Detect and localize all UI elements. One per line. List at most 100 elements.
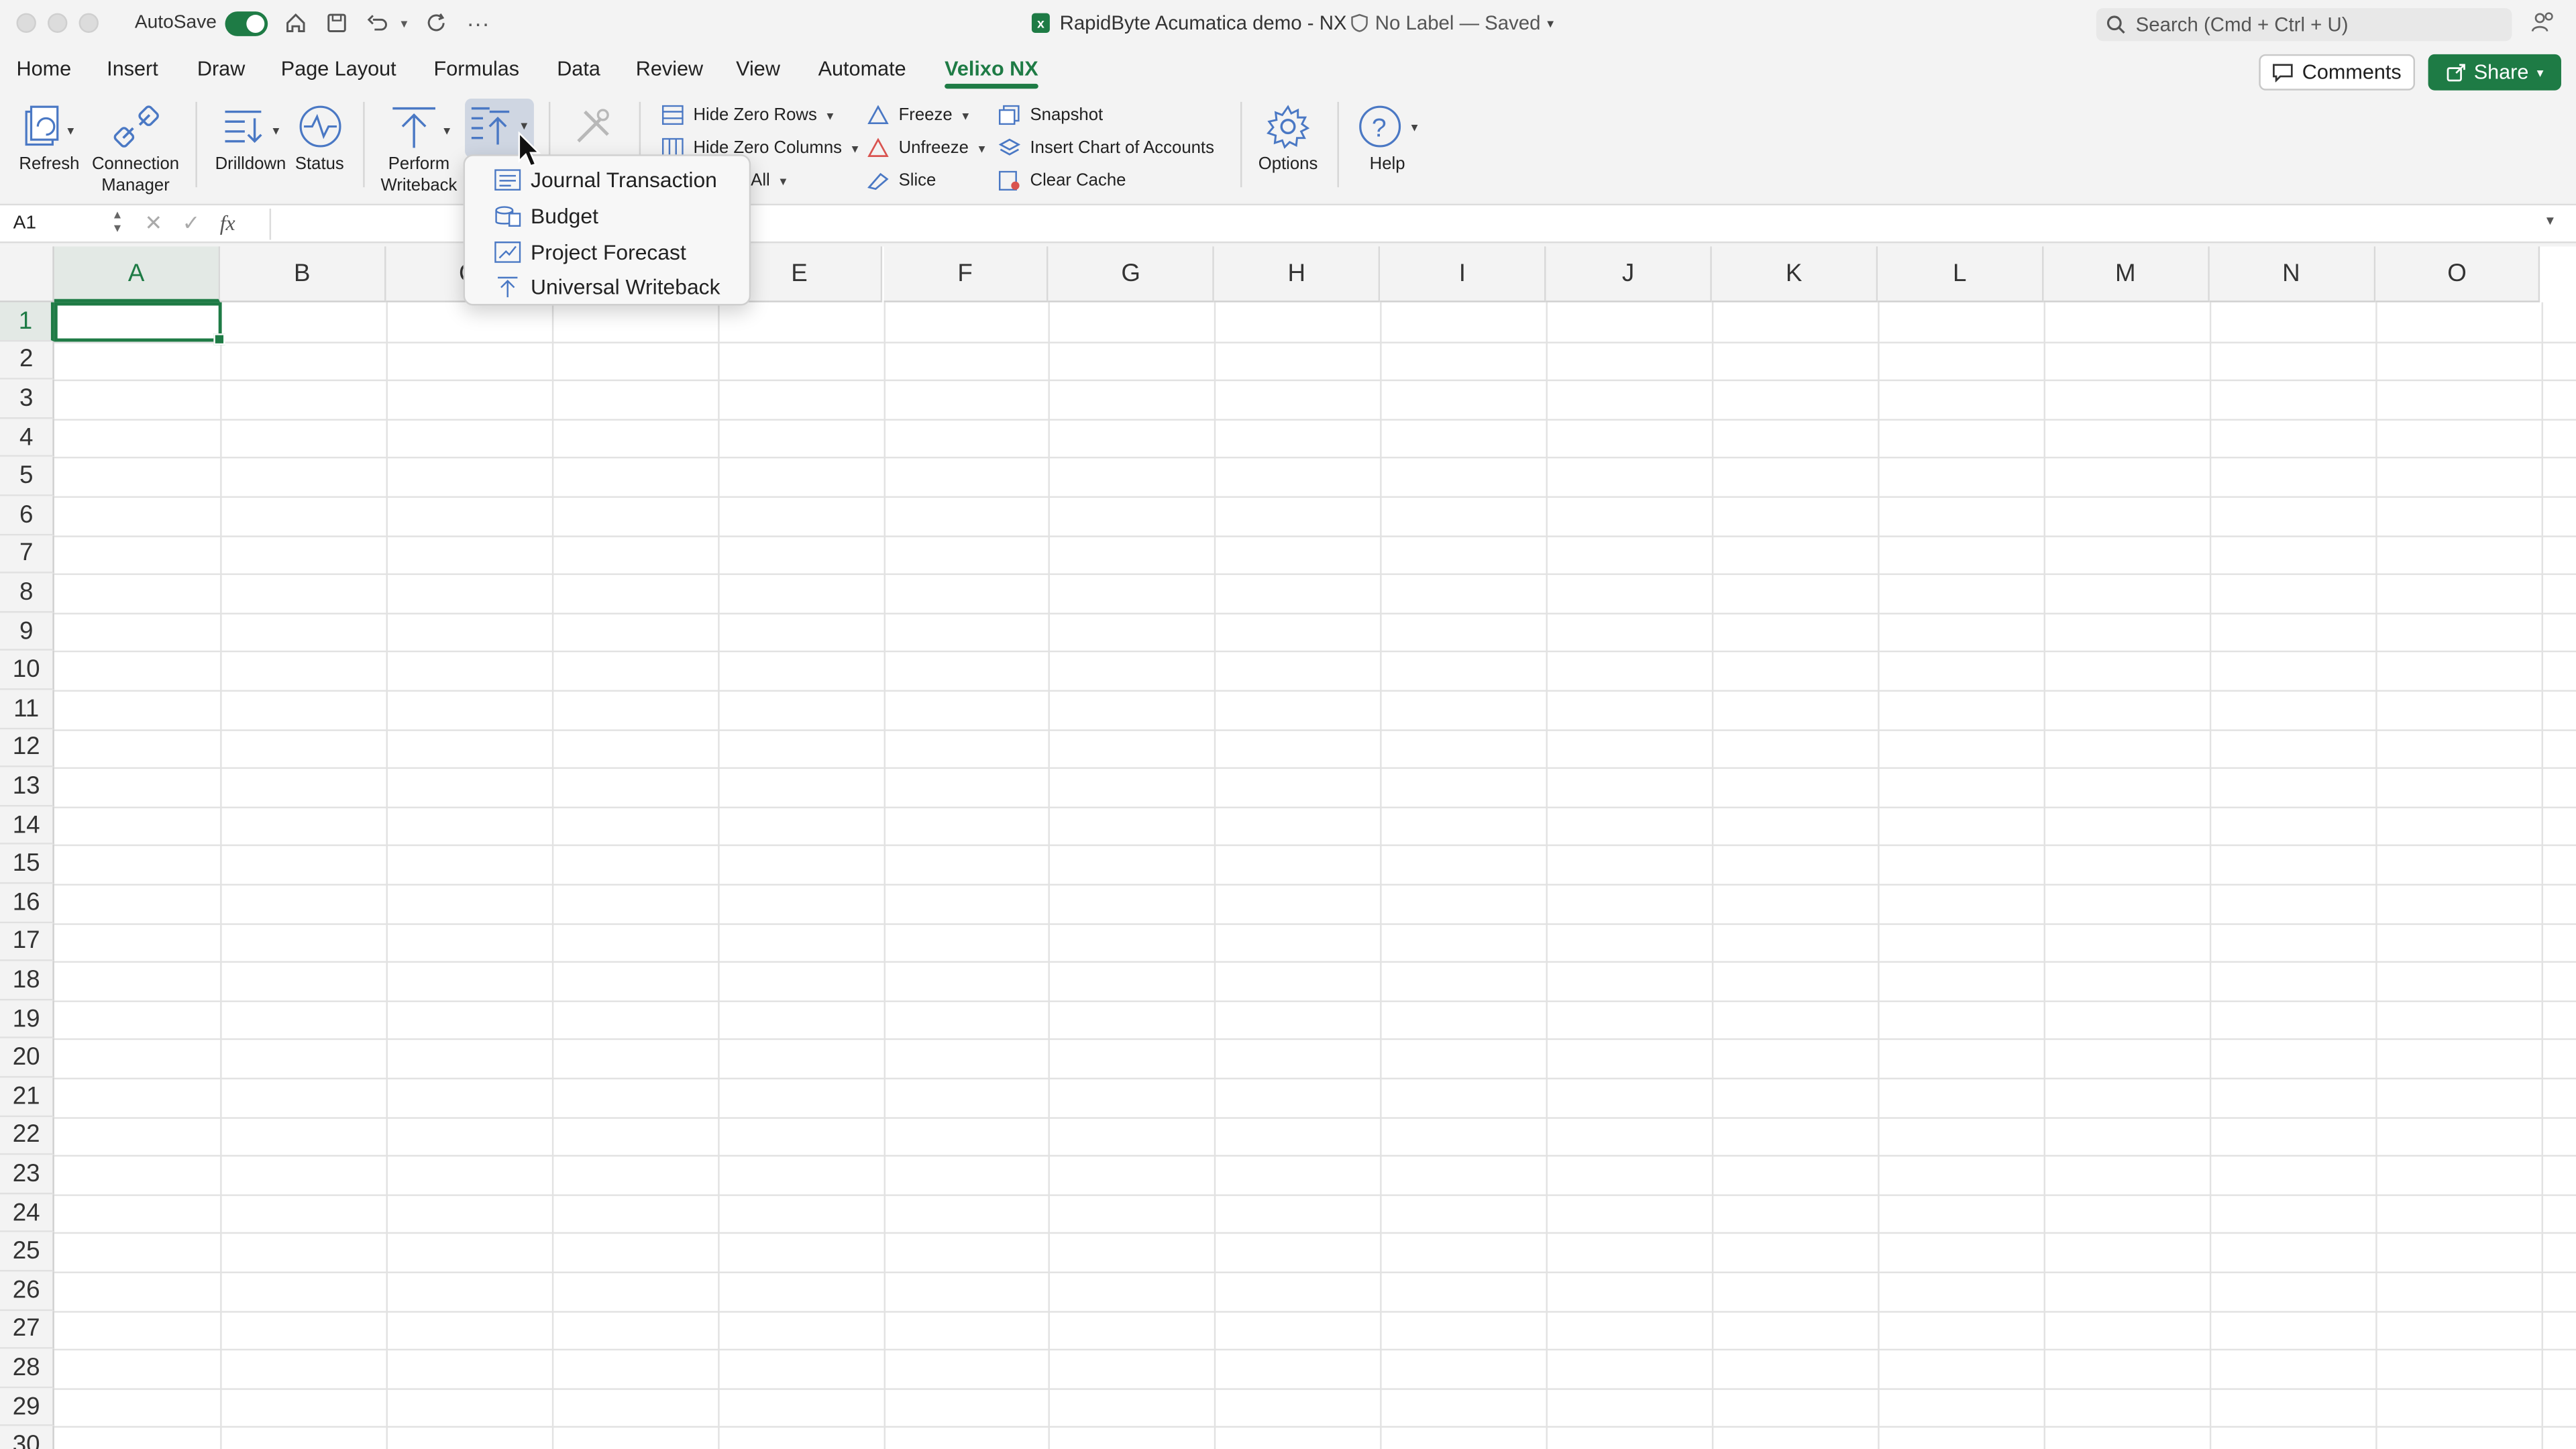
search-box[interactable] bbox=[2096, 8, 2512, 42]
row-header[interactable]: 21 bbox=[0, 1077, 54, 1117]
column-header[interactable]: M bbox=[2043, 246, 2210, 303]
column-header[interactable]: J bbox=[1546, 246, 1712, 303]
row-header[interactable]: 29 bbox=[0, 1387, 54, 1427]
row-header[interactable]: 3 bbox=[0, 380, 54, 419]
row-header[interactable]: 7 bbox=[0, 535, 54, 574]
row-header[interactable]: 15 bbox=[0, 845, 54, 884]
column-header[interactable]: L bbox=[1877, 246, 2043, 303]
row-header[interactable]: 26 bbox=[0, 1271, 54, 1311]
column-header[interactable]: A bbox=[54, 246, 220, 303]
row-header[interactable]: 20 bbox=[0, 1038, 54, 1078]
name-box[interactable]: A1 bbox=[3, 209, 128, 240]
row-header[interactable]: 9 bbox=[0, 612, 54, 651]
clear-cache-button[interactable]: Clear Cache bbox=[998, 168, 1126, 194]
menu-item-universal-writeback[interactable]: Universal Writeback bbox=[465, 270, 749, 305]
row-header[interactable]: 19 bbox=[0, 1000, 54, 1039]
refresh-button[interactable]: ▾ Refresh bbox=[16, 99, 82, 175]
show-all-button[interactable]: All ▾ bbox=[751, 168, 786, 194]
spreadsheet-grid[interactable]: ABCDEFGHIJKLMNO1234567891011121314151617… bbox=[0, 246, 2576, 1449]
row-header[interactable]: 24 bbox=[0, 1193, 54, 1233]
connection-manager-button[interactable]: Connection Manager bbox=[91, 99, 181, 196]
row-header[interactable]: 27 bbox=[0, 1310, 54, 1350]
search-input[interactable] bbox=[2135, 13, 2498, 36]
freeze-button[interactable]: Freeze ▾ bbox=[867, 102, 969, 128]
column-header[interactable]: I bbox=[1380, 246, 1546, 303]
row-header[interactable]: 2 bbox=[0, 341, 54, 380]
hide-zero-rows-button[interactable]: Hide Zero Rows ▾ bbox=[661, 102, 833, 128]
options-button[interactable]: Options bbox=[1255, 99, 1321, 175]
cancel-icon[interactable]: ✕ bbox=[145, 210, 163, 236]
row-header[interactable]: 12 bbox=[0, 729, 54, 768]
slice-button[interactable]: Slice bbox=[867, 168, 936, 194]
share-button[interactable]: Share ▾ bbox=[2428, 54, 2561, 91]
fx-icon[interactable]: fx bbox=[220, 210, 235, 236]
row-header[interactable]: 4 bbox=[0, 418, 54, 458]
row-header[interactable]: 6 bbox=[0, 496, 54, 535]
row-header[interactable]: 30 bbox=[0, 1426, 54, 1449]
row-header[interactable]: 11 bbox=[0, 690, 54, 729]
insert-chart-of-accounts-button[interactable]: Insert Chart of Accounts bbox=[998, 135, 1214, 161]
autosave-toggle[interactable] bbox=[225, 11, 268, 36]
forecast-icon bbox=[494, 240, 521, 263]
tab-formulas[interactable]: Formulas bbox=[434, 58, 520, 80]
row-header[interactable]: 28 bbox=[0, 1349, 54, 1388]
drilldown-button[interactable]: ▾ Drilldown bbox=[213, 99, 287, 175]
comments-button[interactable]: Comments bbox=[2259, 54, 2416, 91]
tab-review[interactable]: Review bbox=[636, 58, 703, 80]
row-header[interactable]: 1 bbox=[0, 302, 54, 341]
active-cell[interactable] bbox=[54, 302, 225, 345]
drilldown-label: Drilldown bbox=[215, 154, 286, 174]
tab-automate[interactable]: Automate bbox=[818, 58, 906, 80]
perform-writeback-button[interactable]: ▾ Perform Writeback bbox=[378, 99, 460, 196]
expand-formula-icon[interactable]: ▾ bbox=[2546, 212, 2554, 230]
redo-icon[interactable] bbox=[422, 8, 451, 38]
check-icon[interactable]: ✓ bbox=[182, 210, 201, 236]
row-header[interactable]: 14 bbox=[0, 806, 54, 845]
more-icon[interactable]: ··· bbox=[464, 8, 493, 38]
row-header[interactable]: 10 bbox=[0, 651, 54, 690]
people-icon[interactable] bbox=[2530, 10, 2556, 42]
row-header[interactable]: 18 bbox=[0, 961, 54, 1000]
tools-button[interactable] bbox=[564, 99, 623, 154]
help-button[interactable]: ? ▾ Help bbox=[1350, 99, 1424, 175]
select-all-corner[interactable] bbox=[0, 246, 54, 303]
column-header[interactable]: G bbox=[1049, 246, 1215, 303]
tab-draw[interactable]: Draw bbox=[197, 58, 245, 80]
column-header[interactable]: F bbox=[883, 246, 1049, 303]
save-icon[interactable] bbox=[323, 8, 350, 38]
menu-item-budget[interactable]: Budget bbox=[465, 199, 749, 234]
column-header[interactable]: K bbox=[1711, 246, 1878, 303]
menu-item-project-forecast[interactable]: Project Forecast bbox=[465, 234, 749, 270]
row-header[interactable]: 25 bbox=[0, 1232, 54, 1272]
close-window-button[interactable] bbox=[16, 13, 36, 33]
undo-dropdown-icon[interactable]: ▾ bbox=[396, 8, 412, 38]
tab-data[interactable]: Data bbox=[557, 58, 600, 80]
home-icon[interactable] bbox=[282, 8, 309, 38]
row-header[interactable]: 16 bbox=[0, 883, 54, 923]
row-header[interactable]: 5 bbox=[0, 457, 54, 496]
tab-home[interactable]: Home bbox=[16, 58, 71, 80]
column-header[interactable]: N bbox=[2209, 246, 2375, 303]
row-header[interactable]: 23 bbox=[0, 1155, 54, 1194]
status-button[interactable]: Status bbox=[290, 99, 348, 175]
sensitivity-label[interactable]: No Label — Saved ▾ bbox=[1350, 11, 1554, 34]
options-label: Options bbox=[1258, 154, 1318, 174]
menu-item-journal-transaction[interactable]: Journal Transaction bbox=[465, 162, 749, 198]
column-header[interactable]: B bbox=[219, 246, 386, 303]
column-header[interactable]: H bbox=[1214, 246, 1381, 303]
row-header[interactable]: 13 bbox=[0, 767, 54, 806]
undo-icon[interactable] bbox=[363, 8, 392, 38]
row-header[interactable]: 22 bbox=[0, 1116, 54, 1156]
tab-page-layout[interactable]: Page Layout bbox=[281, 58, 396, 80]
minimize-window-button[interactable] bbox=[48, 13, 68, 33]
unfreeze-button[interactable]: Unfreeze ▾ bbox=[867, 135, 985, 161]
zoom-window-button[interactable] bbox=[78, 13, 99, 33]
row-header[interactable]: 17 bbox=[0, 922, 54, 962]
tab-view[interactable]: View bbox=[736, 58, 780, 80]
tab-insert[interactable]: Insert bbox=[107, 58, 158, 80]
snapshot-button[interactable]: Snapshot bbox=[998, 102, 1103, 128]
name-box-stepper[interactable]: ▲ ▼ bbox=[112, 210, 123, 236]
column-header[interactable]: O bbox=[2375, 246, 2541, 303]
row-header[interactable]: 8 bbox=[0, 574, 54, 612]
tab-velixo-nx[interactable]: Velixo NX bbox=[945, 58, 1038, 89]
